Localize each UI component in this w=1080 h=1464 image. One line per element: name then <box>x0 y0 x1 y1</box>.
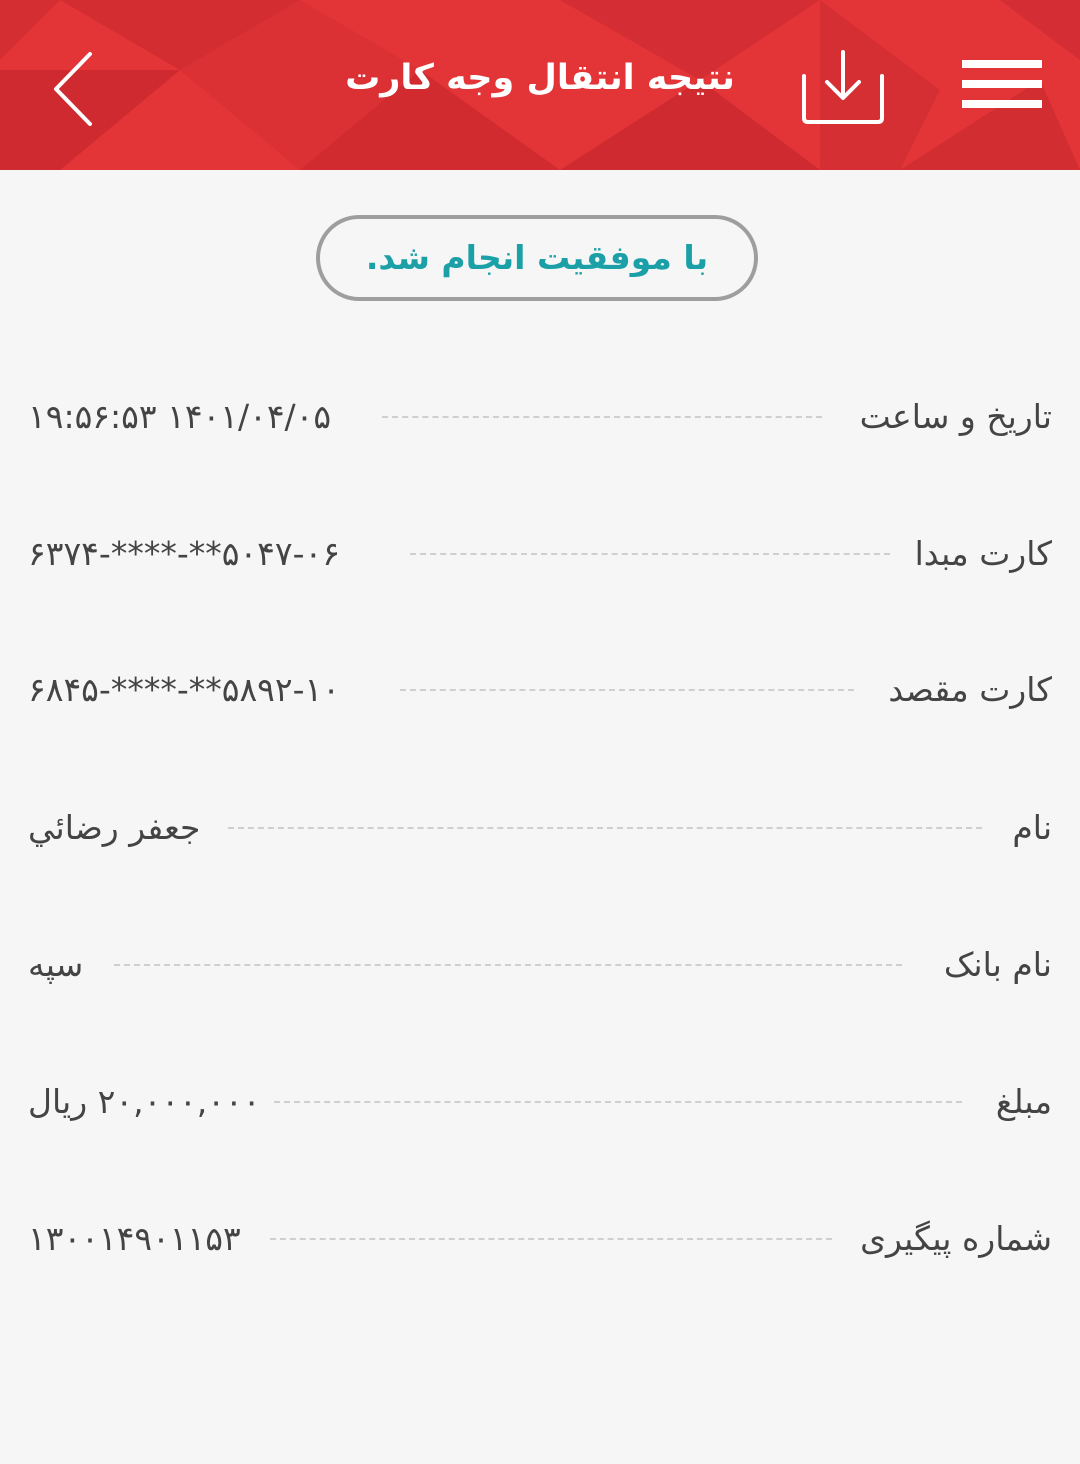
detail-row-source-card: کارت مبدا ۵۰۴۷-۰۶**-****-۶۳۷۴ <box>0 519 1080 589</box>
detail-label: تاریخ و ساعت <box>859 397 1052 436</box>
back-button[interactable] <box>44 48 104 130</box>
success-status-badge: با موفقیت انجام شد. <box>316 215 758 301</box>
detail-value: ۱۴۰۱/۰۴/۰۵ ۱۹:۵۶:۵۳ <box>28 397 332 436</box>
dotted-divider <box>400 689 854 691</box>
dotted-divider <box>382 416 822 418</box>
detail-row-tracking-number: شماره پیگیری ۱۳۰۰۱۴۹۰۱۱۵۳ <box>0 1204 1080 1274</box>
detail-value: ۱۳۰۰۱۴۹۰۱۱۵۳ <box>28 1219 241 1258</box>
download-icon <box>802 50 884 124</box>
detail-value: ۵۸۹۲-۱۰**-****-۶۸۴۵ <box>28 670 340 709</box>
detail-label: کارت مبدا <box>914 534 1052 573</box>
detail-label: شماره پیگیری <box>860 1219 1052 1258</box>
dotted-divider <box>228 827 982 829</box>
detail-value: جعفر رضائي <box>28 808 201 847</box>
dotted-divider <box>410 553 890 555</box>
hamburger-menu-icon <box>962 60 1042 108</box>
detail-row-datetime: تاریخ و ساعت ۱۴۰۱/۰۴/۰۵ ۱۹:۵۶:۵۳ <box>0 382 1080 452</box>
app-header: نتیجه انتقال وجه کارت <box>0 0 1080 170</box>
detail-value: ۵۰۴۷-۰۶**-****-۶۳۷۴ <box>28 534 340 573</box>
detail-label: کارت مقصد <box>888 670 1052 709</box>
detail-value: ۲۰,۰۰۰,۰۰۰ ریال <box>28 1082 261 1121</box>
detail-row-amount: مبلغ ۲۰,۰۰۰,۰۰۰ ریال <box>0 1067 1080 1137</box>
dotted-divider <box>114 964 902 966</box>
detail-row-destination-card: کارت مقصد ۵۸۹۲-۱۰**-****-۶۸۴۵ <box>0 655 1080 725</box>
detail-label: مبلغ <box>995 1082 1052 1121</box>
detail-row-bank-name: نام بانک سپه <box>0 930 1080 1000</box>
detail-row-name: نام جعفر رضائي <box>0 793 1080 863</box>
menu-button[interactable] <box>958 56 1046 120</box>
detail-label: نام <box>1012 808 1052 847</box>
detail-value: سپه <box>28 945 84 984</box>
page-title: نتیجه انتقال وجه کارت <box>345 58 735 98</box>
dotted-divider <box>274 1101 962 1103</box>
chevron-left-icon <box>54 52 92 126</box>
download-button[interactable] <box>796 46 890 128</box>
detail-label: نام بانک <box>943 945 1052 984</box>
dotted-divider <box>270 1238 832 1240</box>
